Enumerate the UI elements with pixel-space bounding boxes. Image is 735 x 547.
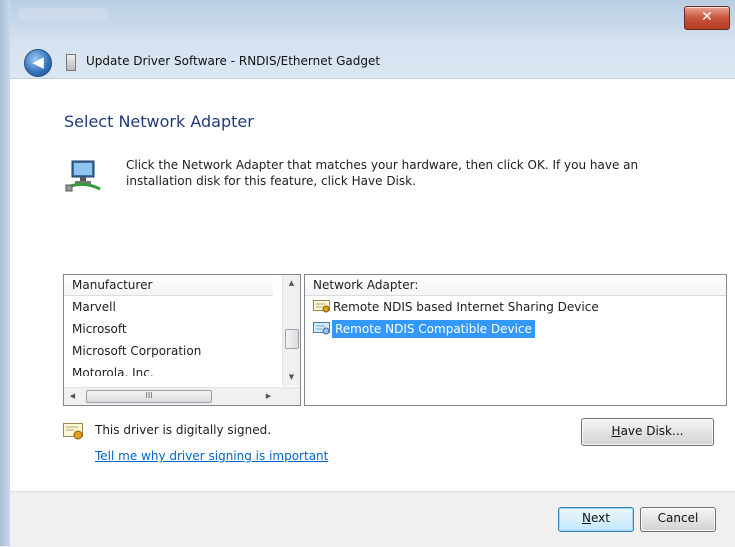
- back-button[interactable]: ◀: [24, 49, 52, 77]
- network-adapter-list[interactable]: Network Adapter: Remote NDIS based Inter…: [304, 274, 727, 406]
- manufacturer-item[interactable]: Microsoft: [64, 318, 300, 340]
- driver-signing-link[interactable]: Tell me why driver signing is important: [95, 449, 328, 463]
- adapter-item-label: Remote NDIS Compatible Device: [332, 320, 535, 338]
- scroll-thumb[interactable]: [285, 329, 299, 349]
- device-icon: [66, 54, 76, 71]
- back-arrow-icon: ◀: [32, 53, 44, 71]
- have-disk-label: ave Disk...: [620, 424, 684, 438]
- signing-status: This driver is digitally signed.: [95, 423, 272, 437]
- adapter-item-label: Remote NDIS based Internet Sharing Devic…: [333, 300, 599, 314]
- close-button[interactable]: ✕: [684, 6, 730, 30]
- instruction-text: Click the Network Adapter that matches y…: [126, 158, 639, 188]
- next-button[interactable]: Next: [558, 507, 634, 532]
- page-title: Select Network Adapter: [64, 112, 254, 131]
- have-disk-accesskey: H: [611, 424, 621, 438]
- manufacturer-item[interactable]: Motorola, Inc.: [64, 362, 300, 376]
- certificate-icon: [313, 300, 330, 313]
- horizontal-scrollbar[interactable]: ◀ III ▶: [64, 387, 300, 405]
- vertical-scrollbar[interactable]: ▲ ▼: [282, 275, 300, 386]
- manufacturer-item[interactable]: Microsoft Corporation: [64, 340, 300, 362]
- dialog-content: Select Network Adapter Click the Network…: [10, 78, 735, 492]
- cancel-button[interactable]: Cancel: [640, 507, 716, 532]
- certificate-icon: [63, 423, 83, 440]
- certificate-icon: [313, 322, 330, 335]
- close-icon: ✕: [701, 9, 713, 25]
- manufacturer-list[interactable]: Manufacturer Marvell Microsoft Microsoft…: [63, 274, 301, 406]
- window-title: Update Driver Software - RNDIS/Ethernet …: [86, 54, 381, 68]
- adapter-item[interactable]: Remote NDIS based Internet Sharing Devic…: [305, 296, 726, 318]
- scroll-left-icon[interactable]: ◀: [64, 388, 81, 405]
- next-label: ext: [591, 511, 610, 525]
- scroll-down-icon[interactable]: ▼: [283, 369, 300, 386]
- manufacturer-item[interactable]: Marvell: [64, 296, 300, 318]
- adapter-list-header: Network Adapter:: [305, 275, 726, 296]
- window-frame-left: [0, 0, 10, 546]
- scroll-up-icon[interactable]: ▲: [283, 275, 300, 292]
- scroll-thumb-horizontal[interactable]: III: [86, 390, 212, 403]
- dialog-footer: Next Cancel: [10, 491, 735, 547]
- manufacturer-list-header: Manufacturer: [64, 275, 273, 296]
- next-accesskey: N: [582, 511, 591, 525]
- network-adapter-icon: [65, 160, 101, 192]
- scroll-right-icon[interactable]: ▶: [260, 388, 277, 405]
- adapter-item-selected[interactable]: Remote NDIS Compatible Device: [305, 318, 726, 340]
- have-disk-button[interactable]: Have Disk...: [581, 418, 714, 446]
- background-window-title: [18, 8, 108, 20]
